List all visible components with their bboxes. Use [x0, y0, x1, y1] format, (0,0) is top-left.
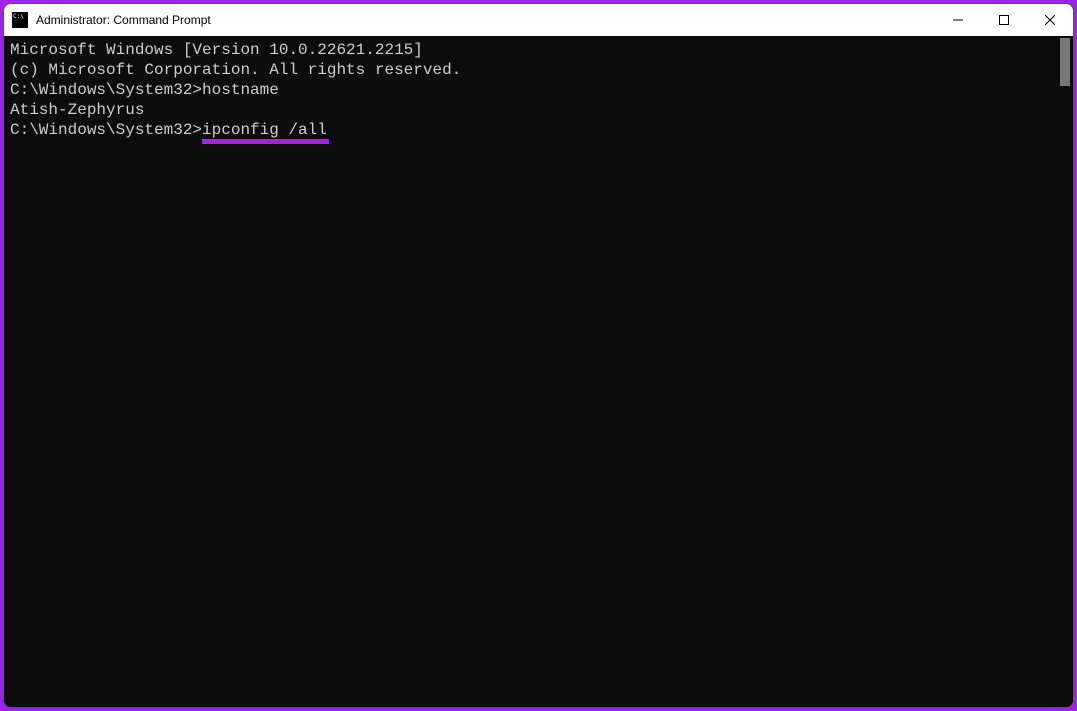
copyright-line: (c) Microsoft Corporation. All rights re… [10, 60, 1051, 80]
terminal-output[interactable]: Microsoft Windows [Version 10.0.22621.22… [4, 36, 1057, 707]
titlebar[interactable]: Administrator: Command Prompt [4, 4, 1073, 36]
version-line: Microsoft Windows [Version 10.0.22621.22… [10, 40, 1051, 60]
ipconfig-command: ipconfig /all [202, 120, 327, 140]
close-button[interactable] [1027, 4, 1073, 36]
cmd-icon [12, 12, 28, 28]
prompt-path: C:\Windows\System32> [10, 81, 202, 99]
minimize-icon [953, 15, 963, 25]
hostname-output: Atish-Zephyrus [10, 100, 1051, 120]
hostname-command: hostname [202, 81, 279, 99]
cmd-window: Administrator: Command Prompt Microsoft … [3, 3, 1074, 708]
vertical-scrollbar[interactable] [1057, 36, 1073, 707]
prompt-path: C:\Windows\System32> [10, 121, 202, 139]
terminal-wrapper: Microsoft Windows [Version 10.0.22621.22… [4, 36, 1073, 707]
scrollbar-thumb[interactable] [1060, 38, 1070, 86]
window-controls [935, 4, 1073, 36]
maximize-button[interactable] [981, 4, 1027, 36]
window-title: Administrator: Command Prompt [36, 13, 935, 27]
maximize-icon [999, 15, 1009, 25]
close-icon [1045, 15, 1055, 25]
prompt-line-1: C:\Windows\System32>hostname [10, 80, 1051, 100]
minimize-button[interactable] [935, 4, 981, 36]
prompt-line-2: C:\Windows\System32>ipconfig /all [10, 120, 1051, 140]
